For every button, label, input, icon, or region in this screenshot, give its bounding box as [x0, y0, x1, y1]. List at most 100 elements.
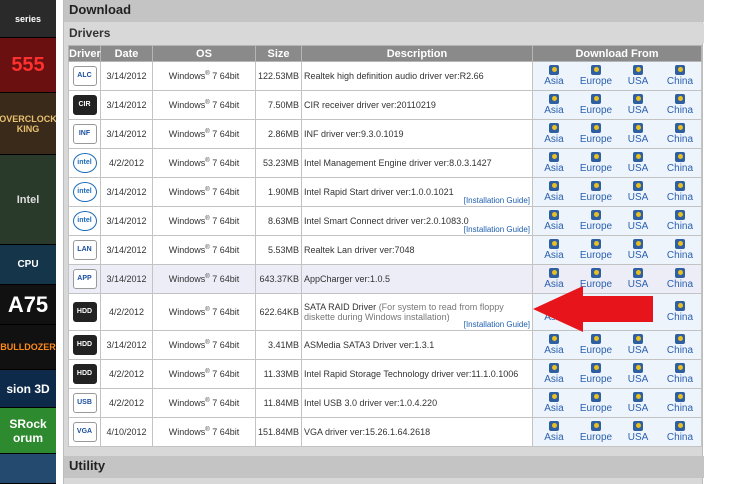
download-from-cell: AsiaEuropeUSAChina: [532, 417, 702, 447]
download-china-button[interactable]: China: [659, 120, 701, 148]
download-europe-button[interactable]: Europe: [575, 62, 617, 90]
driver-date: 3/14/2012: [100, 235, 153, 265]
driver-icon-cell: intel: [68, 206, 101, 236]
driver-description: ASMedia SATA3 Driver ver:1.3.1: [304, 340, 435, 350]
download-asia-button[interactable]: Asia: [533, 331, 575, 359]
banner-intel-cpu[interactable]: Intel: [0, 155, 56, 245]
download-asia-button[interactable]: Asia: [533, 418, 575, 446]
banner-overclock-king[interactable]: OVERCLOCK KING: [0, 93, 56, 155]
driver-date: 3/14/2012: [100, 90, 153, 120]
download-china-button[interactable]: China: [659, 331, 701, 359]
download-from-cell: AsiaEuropeUSAChina: [532, 90, 702, 120]
col-date: Date: [100, 45, 153, 62]
download-china-button[interactable]: China: [659, 91, 701, 119]
driver-description-cell: Realtek Lan driver ver:7048: [301, 235, 533, 265]
download-usa-button[interactable]: USA: [617, 207, 659, 235]
download-from-cell: AsiaEuropeUSAChina: [532, 388, 702, 418]
download-europe-button[interactable]: Europe: [575, 236, 617, 264]
banner-cpu[interactable]: CPU: [0, 245, 56, 285]
hdd-icon: HDD: [72, 364, 97, 384]
driver-os: Windows® 7 64bit: [152, 264, 256, 294]
utility-heading: Utility: [64, 456, 704, 478]
download-usa-button[interactable]: USA: [617, 149, 659, 177]
driver-size: 643.37KB: [255, 264, 302, 294]
driver-description: Intel Rapid Storage Technology driver ve…: [304, 369, 519, 379]
download-asia-button[interactable]: Asia: [533, 120, 575, 148]
download-china-button[interactable]: China: [659, 207, 701, 235]
usb-icon: USB: [72, 393, 97, 413]
download-europe-button[interactable]: Europe: [575, 331, 617, 359]
download-asia-button[interactable]: Asia: [533, 178, 575, 206]
download-asia-button[interactable]: Asia: [533, 91, 575, 119]
download-asia-button[interactable]: Asia: [533, 207, 575, 235]
download-china-button[interactable]: China: [659, 360, 701, 388]
driver-icon-cell: intel: [68, 177, 101, 207]
download-europe-button[interactable]: Europe: [575, 389, 617, 417]
banner-asrock-forum[interactable]: SRock orum: [0, 408, 56, 454]
download-usa-button[interactable]: USA: [617, 236, 659, 264]
download-icon: [591, 181, 601, 191]
download-china-button[interactable]: China: [659, 294, 701, 330]
red-arrow-annotation: [533, 286, 653, 332]
banner-bottom[interactable]: [0, 454, 56, 484]
download-usa-button[interactable]: USA: [617, 62, 659, 90]
download-europe-button[interactable]: Europe: [575, 178, 617, 206]
download-icon: [633, 334, 643, 344]
download-usa-button[interactable]: USA: [617, 418, 659, 446]
download-from-cell: AsiaEuropeUSAChina: [532, 148, 702, 178]
driver-description-cell: INF driver ver:9.3.0.1019: [301, 119, 533, 149]
download-china-button[interactable]: China: [659, 178, 701, 206]
download-china-button[interactable]: China: [659, 389, 701, 417]
download-icon: [633, 363, 643, 373]
download-asia-button[interactable]: Asia: [533, 149, 575, 177]
driver-icon-cell: HDD: [68, 293, 101, 331]
installation-guide-link[interactable]: [Installation Guide]: [464, 225, 530, 234]
download-europe-button[interactable]: Europe: [575, 120, 617, 148]
download-icon: [549, 268, 559, 278]
banner-555[interactable]: 555: [0, 38, 56, 93]
download-icon: [549, 363, 559, 373]
banner-series[interactable]: series: [0, 0, 56, 38]
driver-description-cell: CIR receiver driver ver:20110219: [301, 90, 533, 120]
download-usa-button[interactable]: USA: [617, 360, 659, 388]
download-china-button[interactable]: China: [659, 418, 701, 446]
download-china-button[interactable]: China: [659, 62, 701, 90]
driver-icon-cell: VGA: [68, 417, 101, 447]
download-asia-button[interactable]: Asia: [533, 236, 575, 264]
download-icon: [591, 239, 601, 249]
download-europe-button[interactable]: Europe: [575, 91, 617, 119]
download-usa-button[interactable]: USA: [617, 178, 659, 206]
download-europe-button[interactable]: Europe: [575, 207, 617, 235]
driver-size: 53.23MB: [255, 148, 302, 178]
banner-a75[interactable]: A75: [0, 285, 56, 325]
driver-os: Windows® 7 64bit: [152, 148, 256, 178]
table-row: VGA 4/10/2012 Windows® 7 64bit 151.84MB VGA …: [68, 417, 702, 447]
hdd-icon: HDD: [72, 302, 97, 322]
banner-fusion-3d[interactable]: sion 3D: [0, 370, 56, 408]
download-asia-button[interactable]: Asia: [533, 62, 575, 90]
download-usa-button[interactable]: USA: [617, 331, 659, 359]
installation-guide-link[interactable]: [Installation Guide]: [464, 196, 530, 205]
download-europe-button[interactable]: Europe: [575, 418, 617, 446]
download-europe-button[interactable]: Europe: [575, 360, 617, 388]
driver-os: Windows® 7 64bit: [152, 235, 256, 265]
driver-icon-cell: intel: [68, 148, 101, 178]
table-row: USB 4/2/2012 Windows® 7 64bit 11.84MB Intel …: [68, 388, 702, 418]
download-china-button[interactable]: China: [659, 149, 701, 177]
inf-driver-icon: INF: [72, 124, 97, 144]
download-china-button[interactable]: China: [659, 265, 701, 293]
download-icon: [549, 210, 559, 220]
drivers-table: Driver Date OS Size Description Download…: [68, 45, 702, 447]
driver-description: AppCharger ver:1.0.5: [304, 274, 391, 284]
installation-guide-link[interactable]: [Installation Guide]: [464, 320, 530, 329]
driver-description-cell: VGA driver ver:15.26.1.64.2618: [301, 417, 533, 447]
download-china-button[interactable]: China: [659, 236, 701, 264]
banner-bulldozer[interactable]: BULLDOZER: [0, 325, 56, 370]
download-asia-button[interactable]: Asia: [533, 389, 575, 417]
download-usa-button[interactable]: USA: [617, 91, 659, 119]
download-europe-button[interactable]: Europe: [575, 149, 617, 177]
download-usa-button[interactable]: USA: [617, 120, 659, 148]
driver-date: 3/14/2012: [100, 330, 153, 360]
download-usa-button[interactable]: USA: [617, 389, 659, 417]
download-asia-button[interactable]: Asia: [533, 360, 575, 388]
